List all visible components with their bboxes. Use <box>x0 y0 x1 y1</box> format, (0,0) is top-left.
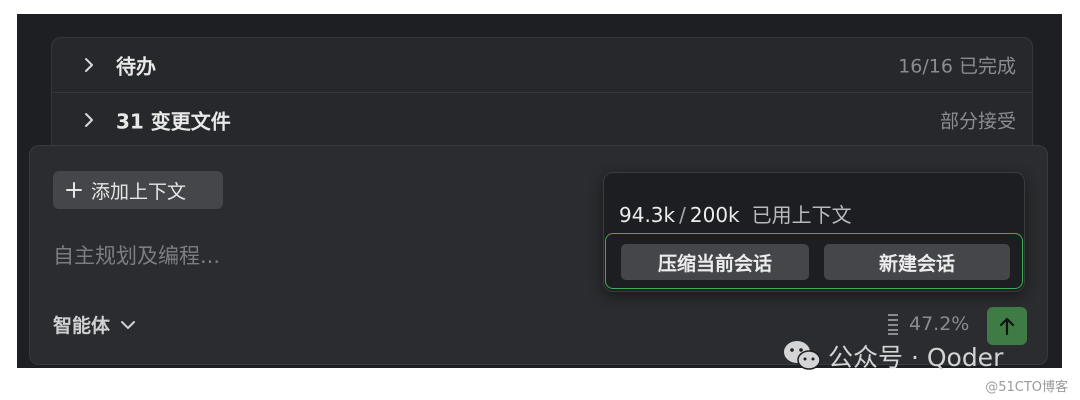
arrow-up-icon <box>999 317 1015 336</box>
changed-files-row[interactable]: 31 变更文件 部分接受 <box>52 93 1032 147</box>
context-total: 200k <box>689 203 740 227</box>
compress-session-button[interactable]: 压缩当前会话 <box>621 244 809 280</box>
wechat-icon <box>784 341 821 370</box>
prompt-input[interactable] <box>53 238 573 274</box>
context-usage-line: 94.3k/200k 已用上下文 <box>619 199 852 228</box>
context-usage-popup: 94.3k/200k 已用上下文 压缩当前会话 新建会话 <box>603 172 1025 292</box>
todo-title: 待办 <box>116 54 156 79</box>
watermark: 公众号 · Qoder <box>782 338 1003 374</box>
watermark-text: 公众号 · Qoder <box>828 343 1004 372</box>
session-actions-group: 压缩当前会话 新建会话 <box>605 233 1023 289</box>
plus-icon <box>66 182 82 198</box>
todo-status: 16/16 已完成 <box>898 55 1016 78</box>
changed-files-title: 31 变更文件 <box>116 109 231 134</box>
context-used-label: 已用上下文 <box>751 203 852 227</box>
agent-mode-dropdown[interactable]: 智能体 <box>53 311 138 338</box>
context-used: 94.3k <box>619 203 676 227</box>
todo-row[interactable]: 待办 16/16 已完成 <box>52 38 1032 93</box>
context-usage-percent: 47.2% <box>909 313 970 335</box>
agent-mode-label: 智能体 <box>53 315 111 337</box>
watermark-credit: @51CTO博客 <box>985 380 1068 395</box>
context-usage-icon <box>888 314 898 335</box>
new-session-button[interactable]: 新建会话 <box>824 244 1010 280</box>
chevron-right-icon <box>85 58 93 72</box>
add-context-button[interactable]: 添加上下文 <box>53 171 223 209</box>
changed-files-status: 部分接受 <box>939 110 1016 133</box>
chevron-down-icon <box>121 320 136 329</box>
context-separator: / <box>679 203 686 227</box>
chevron-right-icon <box>85 113 93 127</box>
add-context-label: 添加上下文 <box>91 180 187 203</box>
context-usage-indicator[interactable]: 47.2% <box>883 312 969 336</box>
